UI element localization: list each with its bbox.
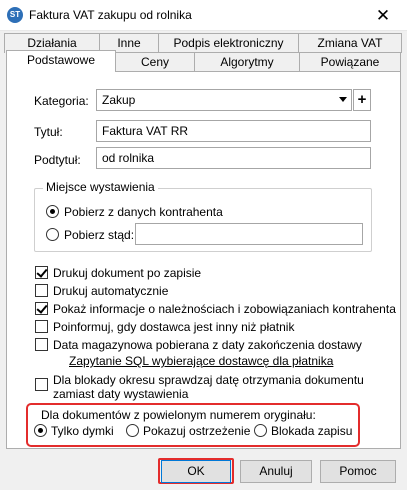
duplicates-title: Dla dokumentów z powielonym numerem oryg…	[41, 408, 316, 422]
checkbox-pokaz-naleznosci[interactable]	[35, 302, 48, 315]
checkbox-drukuj-automatycznie[interactable]	[35, 284, 48, 297]
close-icon[interactable]: ✕	[359, 0, 407, 31]
tab-podpis-elektroniczny[interactable]: Podpis elektroniczny	[158, 33, 299, 53]
podtytul-input[interactable]: od rolnika	[96, 147, 371, 169]
radio-tylko-dymki-label: Tylko dymki	[51, 424, 114, 438]
checkbox-blokada-okresu-line2: zamiast daty wystawienia	[53, 387, 189, 401]
checkbox-blokada-okresu-line1: Dla blokady okresu sprawdzaj datę otrzym…	[53, 373, 364, 387]
tab-podstawowe[interactable]: Podstawowe	[6, 50, 116, 72]
checkbox-poinformuj-dostawca-label: Poinformuj, gdy dostawca jest inny niż p…	[53, 320, 295, 334]
checkbox-drukuj-automatycznie-label: Drukuj automatycznie	[53, 284, 169, 298]
checkbox-blokada-okresu[interactable]	[35, 378, 48, 391]
add-kategoria-button[interactable]: +	[353, 89, 371, 111]
chevron-down-icon	[339, 97, 347, 102]
tab-zmiana-vat[interactable]: Zmiana VAT	[298, 33, 402, 53]
tytul-input[interactable]: Faktura VAT RR	[96, 120, 371, 142]
checkbox-data-magazynowa-label: Data magazynowa pobierana z daty zakończ…	[53, 338, 362, 352]
checkbox-data-magazynowa[interactable]	[35, 338, 48, 351]
cancel-button[interactable]: Anuluj	[240, 460, 312, 483]
radio-tylko-dymki[interactable]	[34, 424, 47, 437]
kategoria-select[interactable]: Zakup	[96, 89, 352, 111]
radio-blokada-zapisu[interactable]	[254, 424, 267, 437]
miejsce-wystawienia-title: Miejsce wystawienia	[43, 180, 158, 194]
radio-pobierz-stad-label: Pobierz stąd:	[64, 228, 135, 242]
tab-ceny[interactable]: Ceny	[115, 52, 195, 72]
radio-pobierz-z-kontrahenta[interactable]	[46, 205, 59, 218]
tab-powiazane[interactable]: Powiązane	[299, 52, 401, 72]
kategoria-label: Kategoria:	[34, 94, 89, 108]
radio-pobierz-stad[interactable]	[46, 228, 59, 241]
app-icon: ST	[7, 7, 23, 23]
sql-dostawca-link[interactable]: Zapytanie SQL wybierające dostawcę dla p…	[69, 354, 333, 368]
title-bar: ST Faktura VAT zakupu od rolnika ✕	[0, 0, 407, 31]
tytul-label: Tytuł:	[34, 125, 63, 139]
podtytul-label: Podtytuł:	[34, 153, 81, 167]
radio-pokazuj-ostrzezenie[interactable]	[126, 424, 139, 437]
checkbox-poinformuj-dostawca[interactable]	[35, 320, 48, 333]
ok-button[interactable]: OK	[161, 460, 231, 483]
radio-pobierz-z-kontrahenta-label: Pobierz z danych kontrahenta	[64, 205, 223, 219]
window-title: Faktura VAT zakupu od rolnika	[29, 8, 192, 22]
pobierz-stad-input[interactable]	[135, 223, 363, 245]
checkbox-pokaz-naleznosci-label: Pokaż informacje o należnościach i zobow…	[53, 302, 396, 316]
tab-algorytmy[interactable]: Algorytmy	[194, 52, 300, 72]
checkbox-drukuj-po-zapisie[interactable]	[35, 266, 48, 279]
help-button[interactable]: Pomoc	[320, 460, 396, 483]
checkbox-drukuj-po-zapisie-label: Drukuj dokument po zapisie	[53, 266, 202, 280]
radio-pokazuj-ostrzezenie-label: Pokazuj ostrzeżenie	[143, 424, 251, 438]
radio-blokada-zapisu-label: Blokada zapisu	[271, 424, 353, 438]
kategoria-value: Zakup	[102, 93, 136, 107]
